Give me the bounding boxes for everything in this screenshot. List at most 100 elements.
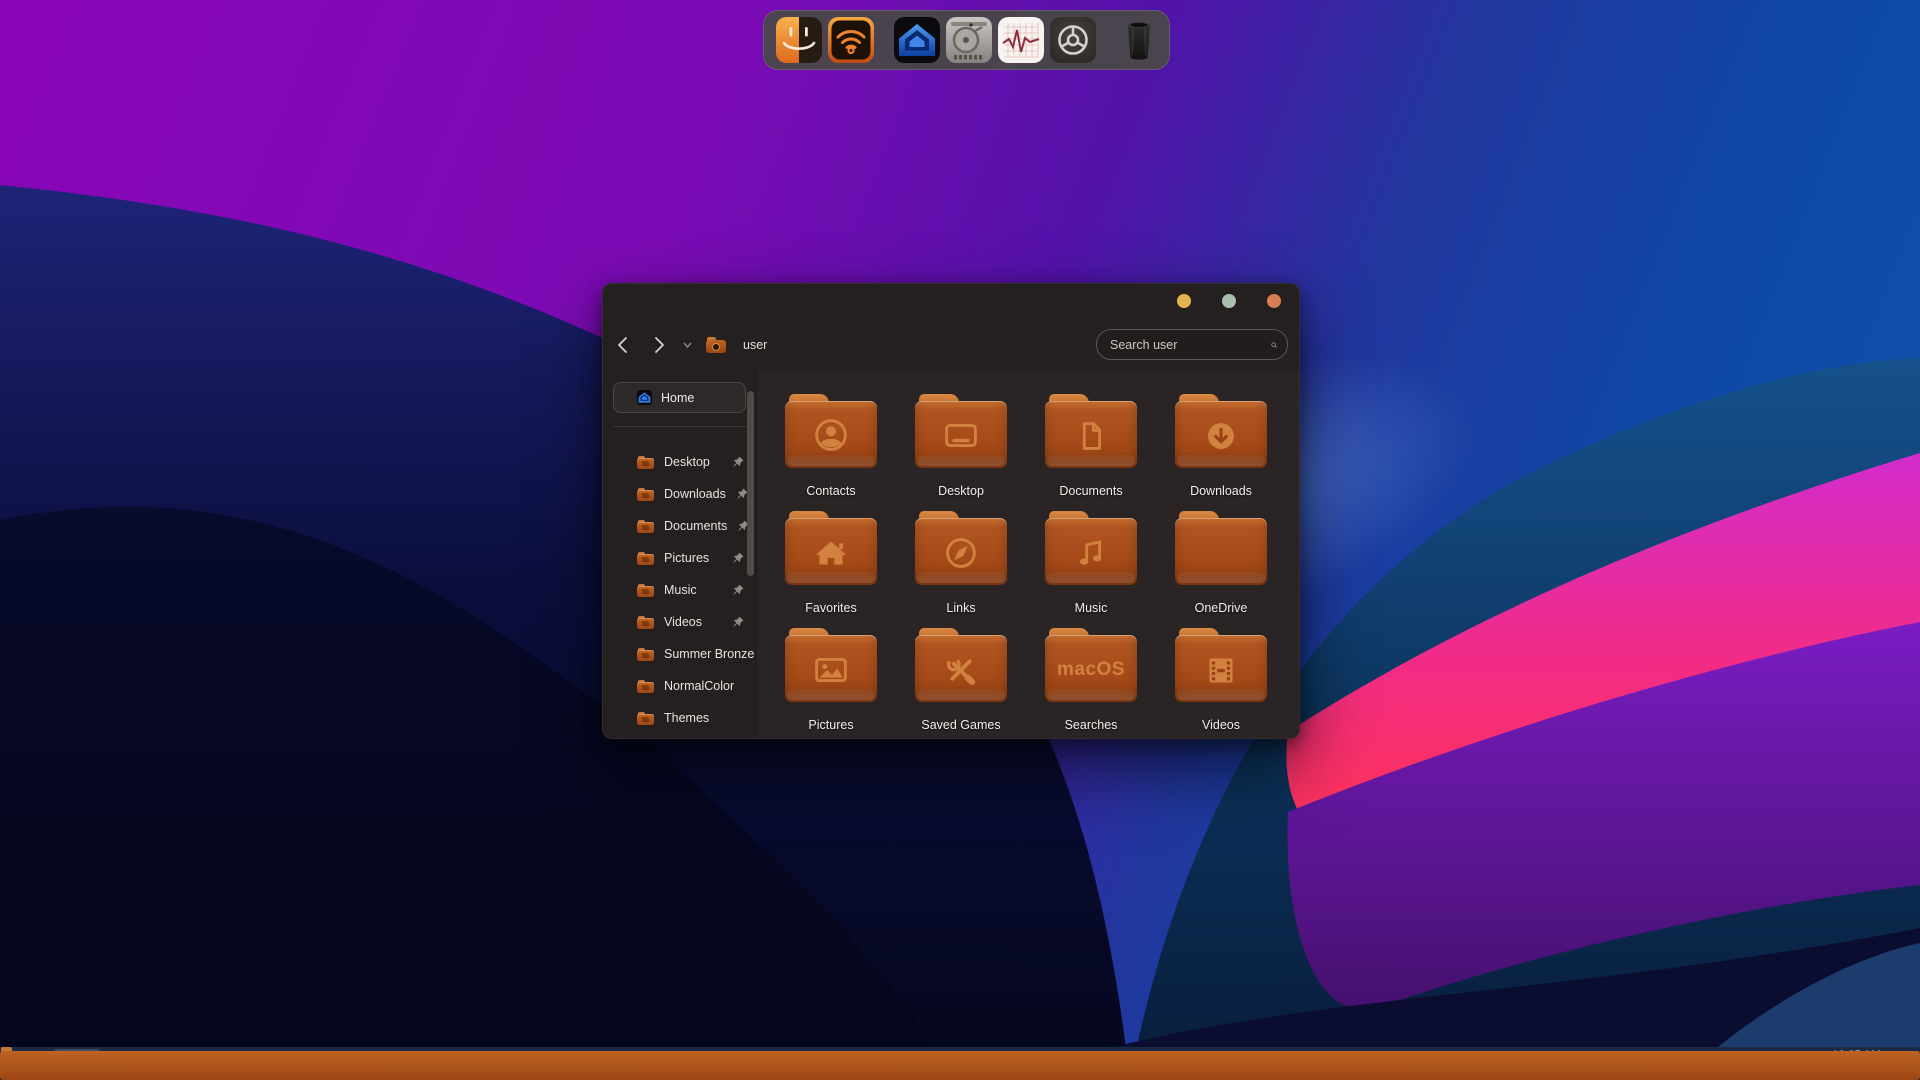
file-tile-downloads[interactable]: Downloads [1156,394,1286,511]
forward-button[interactable] [648,334,670,356]
search-icon[interactable] [1271,338,1277,352]
file-label: OneDrive [1194,601,1248,615]
folder-icon [637,679,654,693]
folder-icon [637,519,654,533]
sidebar: Home Desktop Downloads Documents Picture… [603,372,756,738]
back-button[interactable] [611,334,633,356]
sidebar-item-desktop[interactable]: Desktop [603,446,756,478]
folder-icon: macOS [1045,628,1137,702]
network-wifi-icon[interactable] [828,17,874,63]
sidebar-item-label: Videos [664,615,702,629]
sidebar-item-home[interactable]: Home [613,382,746,413]
finder-icon[interactable] [776,17,822,63]
sidebar-item-videos[interactable]: Videos [603,606,756,638]
sidebar-item-themes[interactable]: Themes [603,702,756,734]
home-app-icon[interactable] [894,17,940,63]
file-label: Downloads [1190,484,1252,498]
folder-icon [1175,394,1267,468]
address-folder-icon[interactable] [706,337,726,353]
file-label: Desktop [938,484,984,498]
documents-folder-icon [1045,404,1137,468]
sidebar-item-summer-bronze[interactable]: Summer Bronze [603,638,756,670]
folder-icon [1175,628,1267,702]
folder-icon [915,628,1007,702]
folder-icon [637,711,654,725]
close-button[interactable] [1267,294,1281,308]
file-label: Searches [1064,718,1118,732]
file-label: Favorites [805,601,857,615]
file-label: Pictures [808,718,854,732]
onedrive-folder-icon [1175,521,1267,585]
minimize-button[interactable] [1177,294,1191,308]
downloads-folder-icon [1175,404,1267,468]
file-tile-onedrive[interactable]: OneDrive [1156,511,1286,628]
music-folder-icon [1045,521,1137,585]
desktop: user Search user Home Desktop Downloads … [0,0,1920,1080]
maximize-button[interactable] [1222,294,1236,308]
file-label: Documents [1059,484,1123,498]
file-manager-window: user Search user Home Desktop Downloads … [602,283,1300,739]
pictures-folder-icon [785,638,877,702]
file-tile-searches[interactable]: macOS Searches [1026,628,1156,738]
folder-icon [1045,394,1137,468]
sidebar-item-downloads[interactable]: Downloads [603,478,756,510]
file-tile-saved-games[interactable]: Saved Games [896,628,1026,738]
file-tile-contacts[interactable]: Contacts [766,394,896,511]
sidebar-item-documents[interactable]: Documents [603,510,756,542]
file-label: Contacts [806,484,856,498]
navigation-bar: user [603,329,1299,361]
recent-locations-chevron-icon[interactable] [680,334,694,356]
sidebar-item-music[interactable]: Music [603,574,756,606]
search-input[interactable] [1110,337,1271,352]
address-path[interactable]: user [743,338,767,352]
pin-icon [732,552,744,564]
sidebar-item-normalcolor[interactable]: NormalColor [603,670,756,702]
taskbar-folder-icon [65,1054,89,1073]
hard-drive-icon[interactable] [946,17,992,63]
folder-icon [1045,511,1137,585]
sidebar-item-label: Themes [664,711,710,725]
file-tile-videos[interactable]: Videos [1156,628,1286,738]
traffic-lights [1177,294,1281,308]
sidebar-item-label: Summer Bronze [664,647,755,661]
folder-icon [785,628,877,702]
folder-icon [637,583,654,597]
desktop-folder-icon [915,404,1007,468]
file-label: Links [946,601,976,615]
taskbar: 10:25 AM 12/8/2025 [0,1047,1920,1080]
file-label: Saved Games [921,718,1001,732]
file-label: Videos [1202,718,1240,732]
sidebar-item-label: Music [664,583,697,597]
file-tile-documents[interactable]: Documents [1026,394,1156,511]
home-icon [637,390,652,405]
sidebar-item-pictures[interactable]: Pictures [603,542,756,574]
contacts-folder-icon [785,404,877,468]
file-tile-desktop[interactable]: Desktop [896,394,1026,511]
file-tile-links[interactable]: Links [896,511,1026,628]
trash-icon[interactable] [1116,17,1162,63]
sidebar-scrollbar-thumb[interactable] [747,391,754,576]
activity-monitor-icon[interactable] [998,17,1044,63]
sidebar-item-label: Documents [664,519,728,533]
sidebar-item-label: Home [661,390,695,405]
pin-icon [732,584,744,596]
videos-folder-icon [1175,638,1267,702]
sidebar-item-label: Pictures [664,551,710,565]
folder-icon [637,455,654,469]
folder-icon [637,647,654,661]
folder-icon [915,394,1007,468]
searches-folder-icon: macOS [1057,659,1125,680]
folder-icon [637,615,654,629]
file-tile-music[interactable]: Music [1026,511,1156,628]
sidebar-item-label: NormalColor [664,679,735,693]
settings-gear-icon[interactable] [1050,17,1096,63]
links-folder-icon [915,521,1007,585]
file-explorer-folder-icon[interactable] [52,1048,102,1079]
folder-icon [637,551,654,565]
search-box [1096,329,1288,360]
file-tile-pictures[interactable]: Pictures [766,628,896,738]
file-tile-favorites[interactable]: Favorites [766,511,896,628]
folder-icon [637,487,654,501]
folder-icon [785,394,877,468]
window-titlebar: user [603,284,1299,372]
